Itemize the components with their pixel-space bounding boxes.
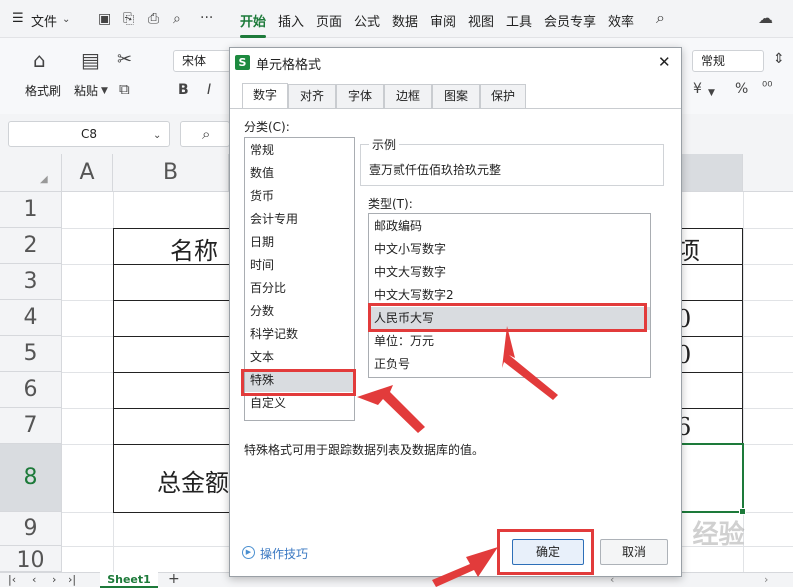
- arrow-to-category: [357, 385, 425, 433]
- arrow-to-ok: [432, 547, 498, 587]
- arrow-to-type: [502, 326, 558, 400]
- annotation-arrows: [357, 326, 558, 587]
